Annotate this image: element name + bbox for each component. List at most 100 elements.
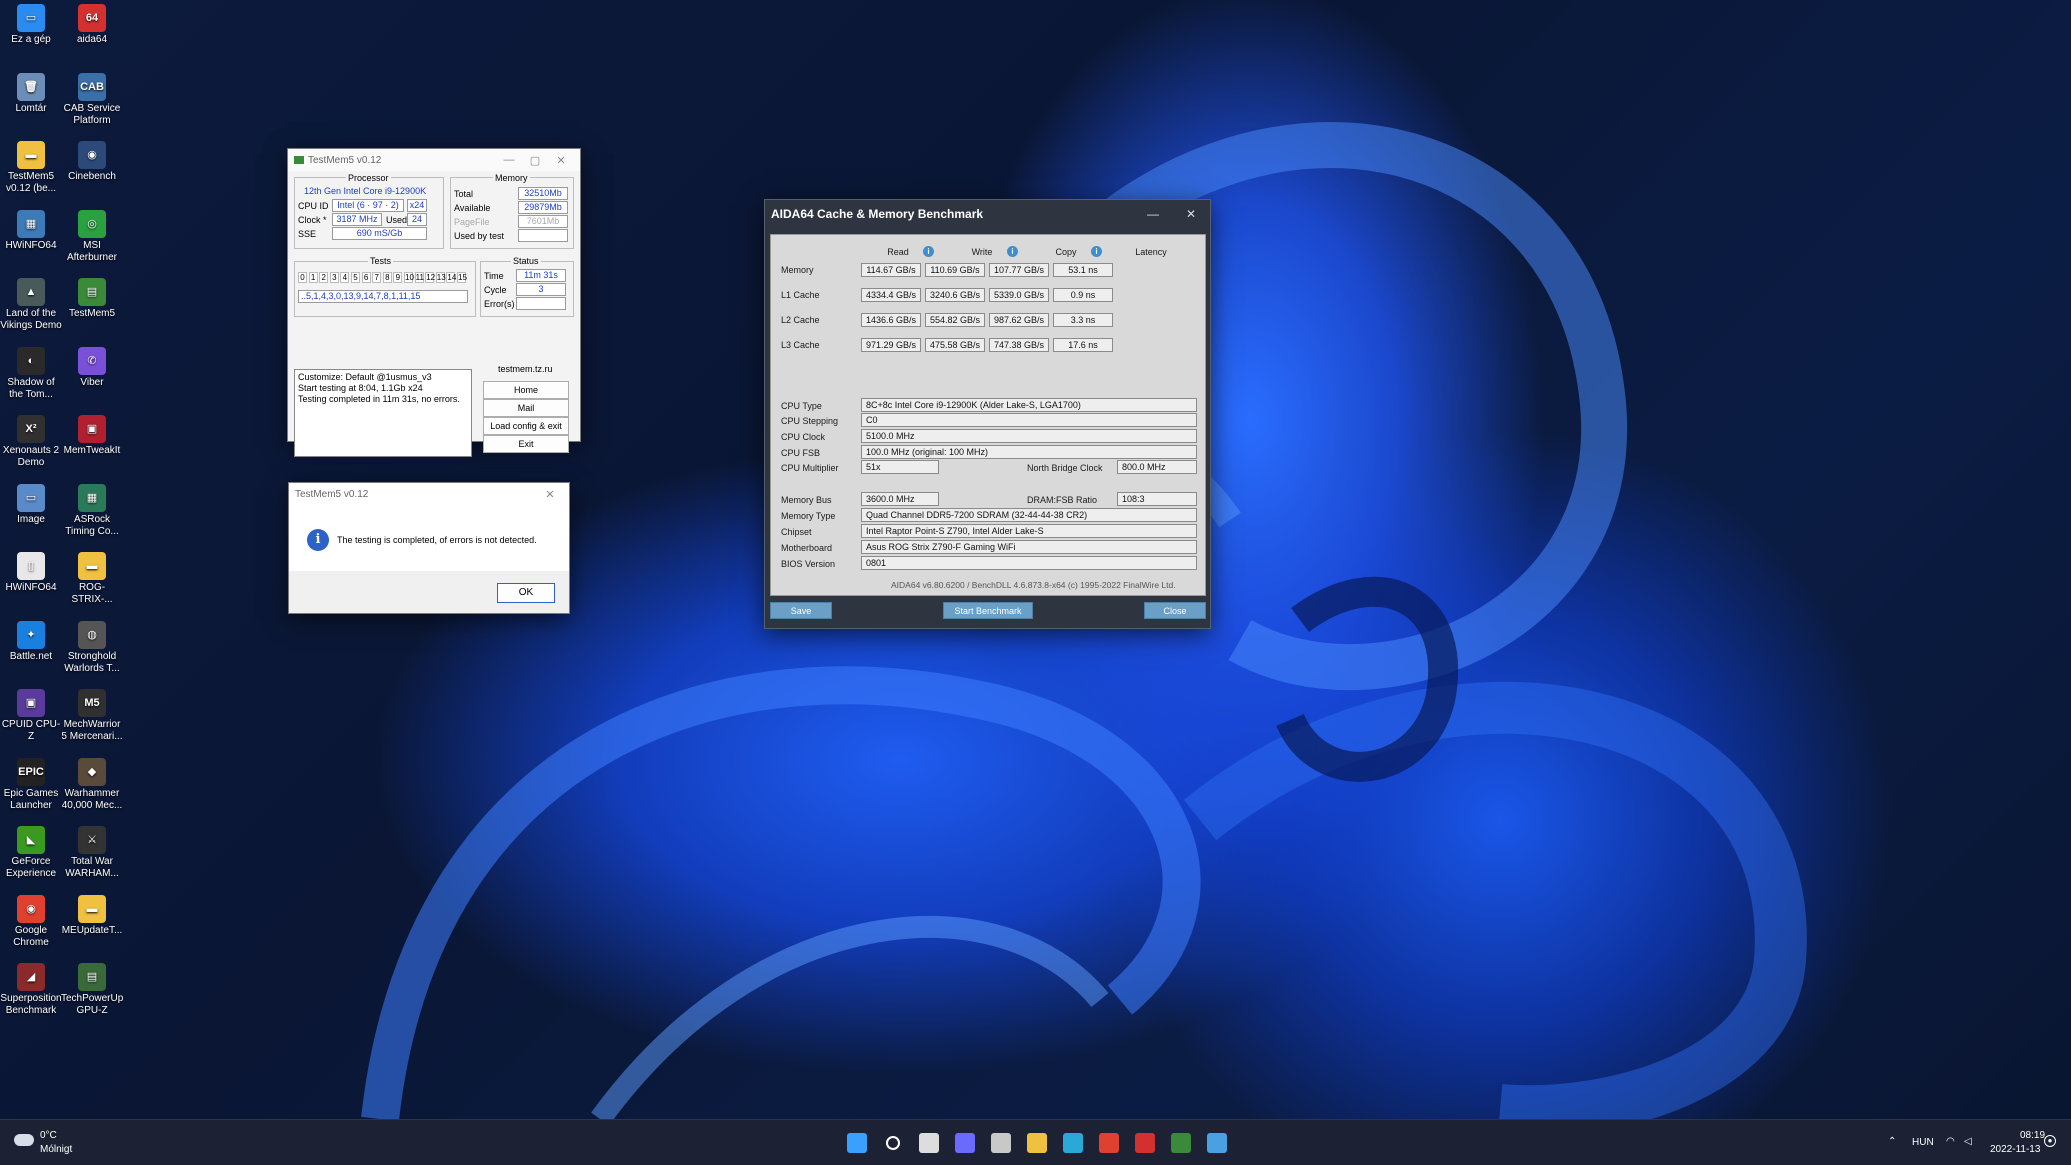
test-cell: 12 (425, 272, 436, 283)
read-info-icon[interactable]: i (923, 246, 934, 257)
benchmark-write-value: 3240.6 GB/s (925, 288, 985, 302)
chevron-up-icon[interactable]: ⌃ (1888, 1136, 1896, 1147)
desktop-icon-label: GeForce Experience (5, 856, 57, 879)
desktop-icon[interactable]: ▭ Image (0, 483, 62, 548)
desktop-icon[interactable]: X² Xenonauts 2 Demo (0, 415, 62, 479)
desktop-icon[interactable]: ◎ MSI Afterburner (61, 209, 123, 274)
processor-header: Processor (346, 173, 391, 183)
file-explorer-icon[interactable] (1022, 1128, 1052, 1158)
desktop-icon[interactable]: EPIC Epic Games Launcher (0, 757, 62, 822)
dialog-titlebar[interactable]: TestMem5 v0.12 ✕ (289, 483, 569, 505)
search-icon[interactable] (878, 1128, 908, 1158)
aida64-titlebar[interactable]: AIDA64 Cache & Memory Benchmark — ✕ (765, 200, 1210, 228)
log-area[interactable]: Customize: Default @1usmus_v3 Start test… (294, 369, 472, 457)
write-info-icon[interactable]: i (1007, 246, 1018, 257)
chat-icon-glyph (955, 1133, 975, 1153)
desktop-icon[interactable]: 64 aida64 (61, 4, 123, 68)
notification-badge-icon[interactable]: ● (2044, 1135, 2056, 1147)
app-icon: ▦ (17, 209, 45, 238)
close-icon[interactable]: ✕ (548, 154, 574, 167)
home-button[interactable]: Home (483, 381, 569, 399)
cpu-stepping-field: C0 (861, 413, 1197, 427)
chrome-icon[interactable] (1094, 1128, 1124, 1158)
desktop-icon[interactable]: ▲ Land of the Vikings Demo (0, 278, 62, 342)
task-view-icon[interactable] (914, 1128, 944, 1158)
minimize-icon[interactable]: — (496, 154, 522, 166)
close-icon[interactable]: ✕ (537, 488, 563, 501)
benchmark-latency-value: 53.1 ns (1053, 263, 1113, 277)
desktop-icon[interactable]: ◉ Google Chrome (0, 894, 62, 959)
desktop-icon[interactable]: ▦ ASRock Timing Co... (61, 483, 123, 548)
benchmark-copy-value: 747.38 GB/s (989, 338, 1049, 352)
desktop-icon-label: HWiNFO64 (5, 239, 57, 251)
desktop-icon[interactable]: ◐ Shadow of the Tom... (0, 346, 62, 411)
aida64-icon[interactable] (1130, 1128, 1160, 1158)
close-button[interactable]: Close (1144, 602, 1206, 619)
test-sequence-field: ..5,1,4,3,0,13,9,14,7,8,1,11,15 (298, 290, 468, 303)
desktop-icon-label: MemTweakIt (63, 445, 121, 456)
chat-icon[interactable] (950, 1128, 980, 1158)
language-indicator[interactable]: HUN (1912, 1137, 1934, 1148)
testmem5-icon[interactable] (1166, 1128, 1196, 1158)
app-icon: CAB (78, 72, 106, 101)
dram-ratio-label: DRAM:FSB Ratio (1027, 495, 1098, 505)
cpu-fsb-label: CPU FSB (781, 448, 821, 458)
desktop-icon-label: HWiNFO64 (5, 582, 57, 593)
ok-button[interactable]: OK (497, 583, 555, 603)
edge-icon[interactable] (1058, 1128, 1088, 1158)
copy-info-icon[interactable]: i (1091, 246, 1102, 257)
load-config-button[interactable]: Load config & exit (483, 417, 569, 435)
desktop-icon[interactable]: ▬ TestMem5 v0.12 (be... (0, 141, 62, 205)
desktop-icon[interactable]: ◉ Cinebench (61, 141, 123, 205)
desktop-icon[interactable]: ▯ HWiNFO64 (0, 552, 62, 616)
usedbytest-field (518, 229, 568, 242)
start-benchmark-button[interactable]: Start Benchmark (943, 602, 1033, 619)
desktop-icon[interactable]: ◣ GeForce Experience (0, 826, 62, 890)
exit-button[interactable]: Exit (483, 435, 569, 453)
desktop-icon[interactable]: ✆ Viber (61, 346, 123, 411)
desktop-icon[interactable]: CAB CAB Service Platform (61, 72, 123, 137)
copy-header: Copy (1055, 247, 1077, 257)
desktop-icon[interactable]: ▬ ROG-STRIX-... (61, 552, 123, 616)
wifi-icon[interactable]: ◠ (1946, 1136, 1955, 1147)
app-icon: X² (17, 415, 45, 443)
minimize-icon[interactable]: — (1134, 207, 1172, 221)
task-view-icon-glyph (919, 1133, 939, 1153)
desktop-icon[interactable]: M5 MechWarrior 5 Mercenari... (61, 689, 123, 753)
close-icon[interactable]: ✕ (1172, 207, 1210, 221)
cpu-clock-field: 5100.0 MHz (861, 429, 1197, 443)
maximize-icon[interactable]: ▢ (522, 154, 548, 167)
volume-icon[interactable]: ◁ (1964, 1136, 1972, 1147)
calculator-icon[interactable] (986, 1128, 1016, 1158)
start-icon[interactable] (842, 1128, 872, 1158)
desktop-icon-label: Warhammer 40,000 Mec... (61, 787, 123, 811)
desktop-icon[interactable]: ◆ Warhammer 40,000 Mec... (61, 757, 123, 822)
app-icon: ◉ (78, 141, 106, 169)
benchmark-latency-value: 3.3 ns (1053, 313, 1113, 327)
app-icon[interactable] (1202, 1128, 1232, 1158)
benchmark-write-value: 554.82 GB/s (925, 313, 985, 327)
desktop-icon[interactable]: ▣ CPUID CPU-Z (0, 689, 62, 753)
app-icon: ▬ (78, 552, 106, 580)
cpu-multiplier-label: CPU Multiplier (781, 463, 839, 473)
desktop-icon[interactable]: ⚔ Total War WARHAM... (61, 826, 123, 890)
desktop-icon[interactable]: 🗑 Lomtár (0, 72, 62, 137)
mail-button[interactable]: Mail (483, 399, 569, 417)
desktop-icon[interactable]: ▣ MemTweakIt (61, 415, 123, 479)
desktop-icon[interactable]: ▤ TechPowerUp GPU-Z (61, 963, 123, 1027)
desktop-icon[interactable]: ▦ HWiNFO64 (0, 209, 62, 274)
desktop-icon[interactable]: ▬ MEUpdateT... (61, 894, 123, 959)
desktop-icon[interactable]: ◢ Superposition Benchmark (0, 963, 62, 1027)
desktop-icon[interactable]: ▭ Ez a gép (0, 4, 62, 68)
desktop-icon[interactable]: ▤ TestMem5 (61, 278, 123, 342)
testmem5-titlebar[interactable]: TestMem5 v0.12 — ▢ ✕ (288, 149, 580, 171)
cpu-multiplier-field: 51x (861, 460, 939, 474)
desktop-icon[interactable]: ✦ Battle.net (0, 620, 62, 685)
clock-time[interactable]: 08:19 (2020, 1130, 2045, 1141)
testmem5-window: TestMem5 v0.12 — ▢ ✕ Processor 12th Gen … (287, 148, 581, 457)
desktop-icon[interactable]: ◍ Stronghold Warlords T... (61, 620, 123, 685)
save-button[interactable]: Save (770, 602, 832, 619)
weather-icon[interactable] (14, 1134, 34, 1146)
desktop-icon-label: Stronghold Warlords T... (64, 650, 120, 674)
clock-date[interactable]: 2022-11-13 (1990, 1144, 2040, 1155)
